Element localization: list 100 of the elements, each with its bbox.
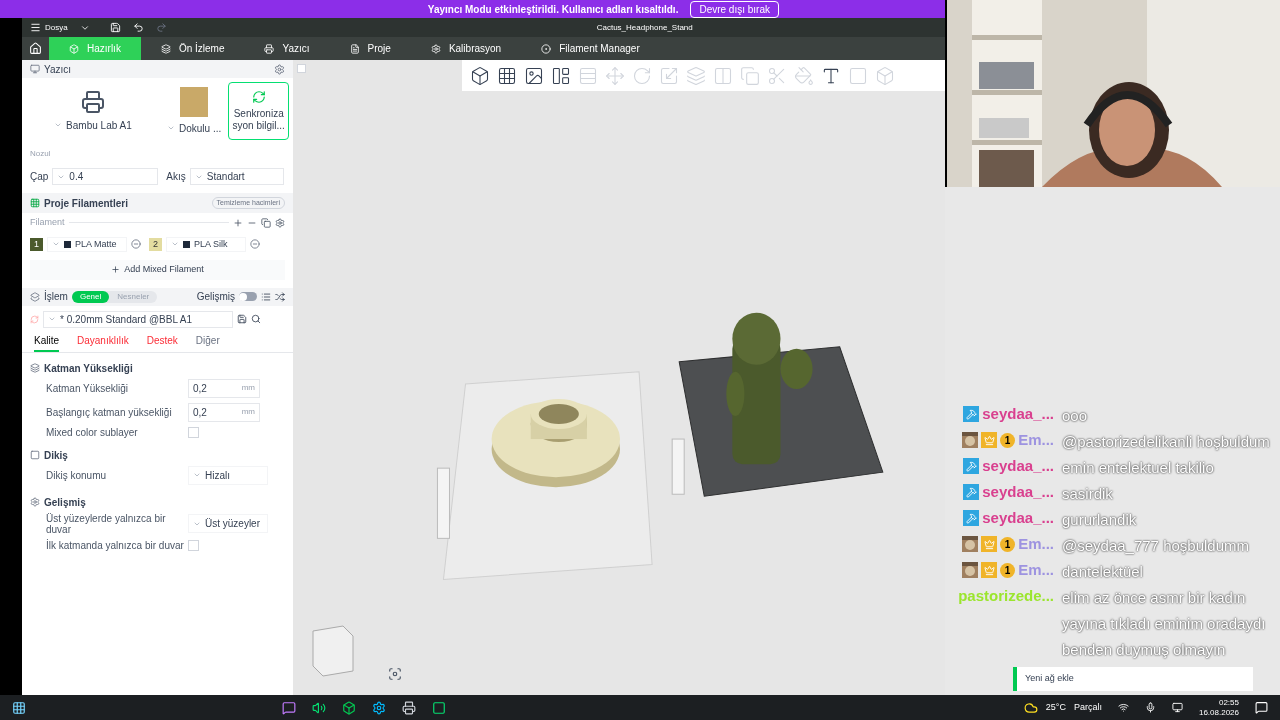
settings-icon[interactable]: [275, 217, 285, 228]
settings-tab[interactable]: Destek: [146, 332, 178, 352]
filament-select[interactable]: PLA Silk: [166, 236, 247, 253]
unit-label: mm: [241, 382, 255, 395]
grid-add-icon[interactable]: [497, 65, 517, 86]
flow-select[interactable]: Standart: [189, 168, 284, 186]
plate-import-icon[interactable]: [524, 65, 544, 86]
plate-swatch: [180, 86, 209, 117]
document-icon: [349, 43, 360, 54]
settings-tab[interactable]: Kalite: [34, 332, 59, 352]
sync-button[interactable]: Senkroniza syon bilgil...: [228, 82, 289, 141]
gear-icon: [430, 43, 441, 54]
list-icon[interactable]: [261, 291, 271, 302]
select-field[interactable]: Hizalı: [188, 465, 268, 485]
remove-icon[interactable]: [131, 239, 141, 250]
filament-number: 2: [149, 237, 163, 252]
preset-select[interactable]: * 0.20mm Standard @BBL A1: [43, 310, 233, 328]
filament-label: Filament: [30, 216, 65, 230]
chat-message: gururlandik: [1062, 510, 1138, 531]
setting-label: İlk katmanda yalnızca bir duvar: [46, 539, 185, 551]
add-mixed-filament-button[interactable]: Add Mixed Filament: [30, 260, 285, 280]
undo-icon[interactable]: [132, 22, 144, 34]
chat-username: seydaa_...: [982, 404, 1054, 424]
wifi-icon[interactable]: [1117, 702, 1129, 713]
redo-icon[interactable]: [155, 22, 167, 34]
filament-swatch-icon: [64, 240, 71, 248]
section-icon: [30, 450, 40, 461]
window-title: Cactus_Headphone_Stand: [596, 21, 693, 34]
filament-select[interactable]: PLA Matte: [47, 236, 127, 253]
music-app-icon[interactable]: [312, 700, 326, 715]
diameter-select[interactable]: 0.4: [52, 168, 159, 186]
clock-time: 02:55: [1218, 697, 1239, 708]
notifications-icon[interactable]: [1255, 701, 1268, 714]
crown-badge: [981, 432, 998, 449]
main-tab[interactable]: Proje: [329, 37, 411, 61]
printer-app-icon[interactable]: [402, 700, 416, 715]
main-tab[interactable]: Yazıcı: [244, 37, 330, 61]
compare-icon[interactable]: [275, 291, 285, 302]
display-icon[interactable]: [1171, 702, 1183, 713]
section-title: Katman Yüksekliği: [44, 361, 133, 376]
advanced-label: Gelişmiş: [196, 290, 235, 305]
settings-app-icon[interactable]: [372, 700, 386, 715]
moderator-badge: [963, 510, 980, 527]
printer-panel-icon: [30, 64, 40, 75]
settings-tab[interactable]: Dayanıklılık: [77, 332, 129, 352]
number-field[interactable]: 0,2 mm: [188, 378, 260, 398]
setting-label: Başlangıç katman yüksekliği: [46, 406, 173, 418]
file-menu[interactable]: Dosya: [22, 21, 98, 34]
main-tab[interactable]: Filament Manager: [521, 37, 660, 61]
count-badge: 1: [1000, 536, 1016, 552]
number-field[interactable]: 0,2 mm: [188, 402, 260, 422]
microphone-icon[interactable]: [1144, 702, 1156, 713]
setting-label: Üst yüzeylerde yalnızca bir duvar: [46, 512, 167, 535]
search-icon[interactable]: [251, 314, 261, 325]
weather-icon: [1023, 700, 1038, 715]
cube-add-icon[interactable]: [470, 65, 490, 86]
layers-icon: [160, 43, 171, 54]
checkbox[interactable]: [188, 539, 199, 551]
chat-app-icon[interactable]: [282, 700, 296, 715]
filament-number: 1: [30, 237, 43, 252]
filament-swatch-icon: [183, 240, 191, 248]
settings-icon[interactable]: [274, 63, 285, 75]
checkbox[interactable]: [188, 426, 199, 438]
main-tab[interactable]: Ön İzleme: [140, 37, 245, 61]
chat-message: dantelektüel: [1062, 562, 1144, 582]
chat-username: Em...: [1018, 560, 1054, 580]
setting-label: Mixed color sublayer: [46, 426, 139, 438]
count-badge: 1: [1000, 562, 1016, 578]
layout-icon[interactable]: [551, 65, 571, 86]
chat-username: Em...: [1018, 430, 1054, 450]
panel-title: Proje Filamentleri: [44, 196, 128, 211]
add-icon[interactable]: [233, 217, 243, 228]
chat-username: seydaa_...: [982, 456, 1054, 476]
start-icon[interactable]: [12, 700, 26, 715]
plate-type: Dokulu ...: [179, 121, 222, 136]
chat-username: Em...: [1018, 534, 1054, 554]
menu-icon: [30, 22, 41, 34]
crown-badge: [981, 562, 998, 579]
filament-panel-icon: [30, 198, 40, 209]
clock-date: 16.08.2026: [1198, 707, 1239, 718]
chat-message: @seydaa_777 hoşbuldumm: [1062, 536, 1250, 557]
settings-tab[interactable]: Diğer: [195, 332, 220, 352]
advanced-switch[interactable]: [239, 292, 257, 302]
plate-card[interactable]: Dokulu ...: [163, 82, 225, 141]
unit-label: mm: [241, 406, 255, 419]
home-icon: [29, 42, 42, 56]
disable-button[interactable]: Devre dışı bırak: [690, 0, 779, 18]
select-field[interactable]: Üst yüzeyler: [188, 514, 268, 534]
section-title: Dikiş: [44, 448, 68, 463]
fit-view-icon[interactable]: [388, 667, 402, 681]
printer-icon: [80, 89, 105, 114]
save-icon[interactable]: [237, 314, 247, 325]
section-icon: [30, 497, 40, 508]
copy-icon[interactable]: [261, 217, 271, 228]
chat-username: seydaa_...: [982, 508, 1054, 528]
panel-title: Yazıcı: [44, 62, 72, 77]
printer-model: Bambu Lab A1: [66, 118, 132, 133]
main-tab[interactable]: Kalibrasyon: [410, 37, 522, 61]
crown-badge: [981, 536, 998, 553]
remove-icon[interactable]: [250, 239, 261, 250]
